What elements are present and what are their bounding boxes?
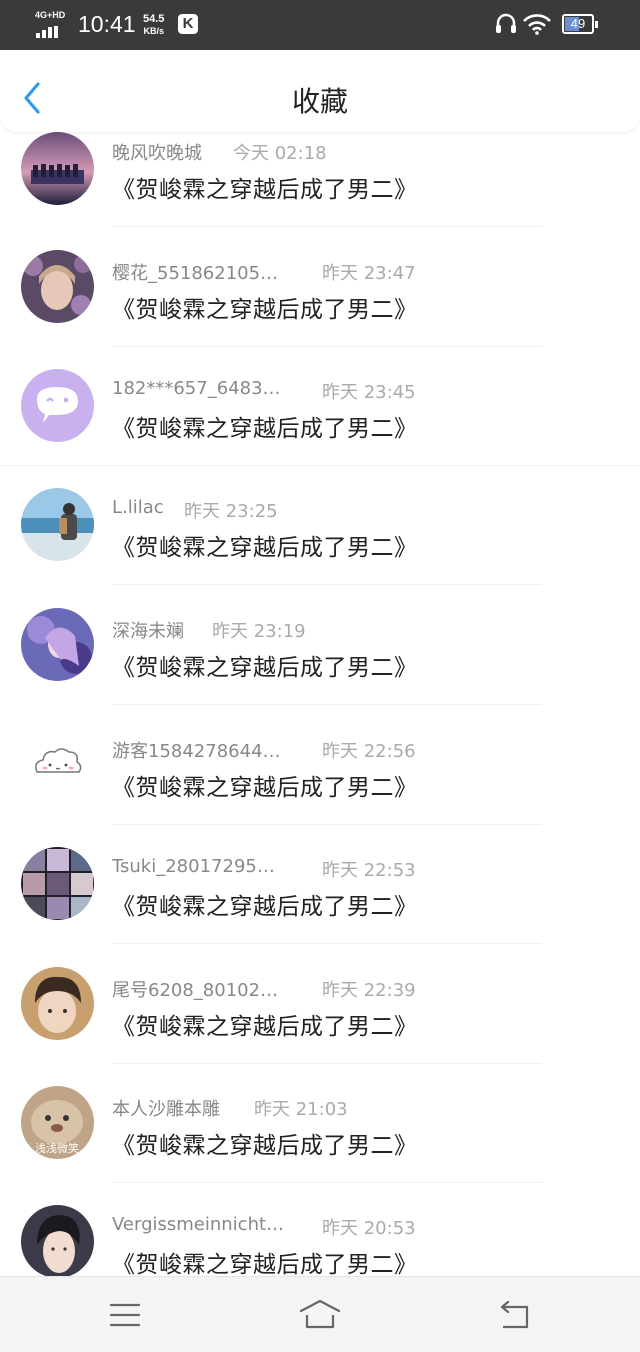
user-name: 深海未斓 — [112, 621, 184, 642]
user-name: Vergissmeinnicht… — [112, 1214, 285, 1235]
avatar[interactable]: 浅浅微笑 — [21, 1086, 94, 1159]
timestamp: 昨天 23:19 — [212, 621, 306, 642]
list-item[interactable]: 尾号6208_80102… 昨天 22:39 《贺峻霖之穿越后成了男二》 — [0, 957, 640, 1077]
divider — [112, 584, 542, 585]
user-name: 樱花_551862105… — [112, 263, 279, 284]
user-name: 尾号6208_80102… — [112, 980, 279, 1001]
timestamp: 昨天 23:45 — [322, 382, 416, 403]
speed-unit: KB/s — [143, 26, 164, 36]
clock: 10:41 — [78, 11, 136, 37]
divider — [112, 824, 542, 825]
list-item[interactable]: L.lilac 昨天 23:25 《贺峻霖之穿越后成了男二》 — [0, 478, 640, 598]
divider — [112, 1182, 542, 1183]
user-name: 游客1584278644… — [112, 741, 281, 762]
avatar[interactable] — [21, 250, 94, 323]
network-speed: 54.5 KB/s — [143, 13, 164, 37]
user-name: 本人沙雕本雕 — [112, 1099, 220, 1120]
list-item[interactable]: 深海未斓 昨天 23:19 《贺峻霖之穿越后成了男二》 — [0, 598, 640, 718]
timestamp: 昨天 23:47 — [322, 263, 416, 284]
avatar[interactable] — [21, 728, 94, 801]
signal-indicator: 4G+HD — [34, 10, 68, 38]
menu-icon[interactable] — [103, 1297, 147, 1333]
list-item[interactable]: 樱花_551862105… 昨天 23:47 《贺峻霖之穿越后成了男二》 — [0, 240, 640, 360]
message-text: 《贺峻霖之穿越后成了男二》 — [112, 535, 418, 561]
message-text: 《贺峻霖之穿越后成了男二》 — [112, 655, 418, 681]
list-item[interactable]: 游客1584278644… 昨天 22:56 《贺峻霖之穿越后成了男二》 — [0, 718, 640, 838]
signal-bars-icon — [36, 26, 66, 38]
timestamp: 昨天 23:25 — [184, 501, 278, 522]
battery-level: 49 — [570, 16, 586, 31]
avatar-caption: 浅浅微笑 — [35, 1141, 79, 1155]
timestamp: 昨天 20:53 — [322, 1218, 416, 1239]
page-title: 收藏 — [291, 85, 348, 118]
battery-icon: 49 — [562, 14, 598, 34]
avatar[interactable] — [21, 488, 94, 561]
speed-value: 54.5 — [143, 13, 165, 25]
timestamp: 昨天 22:56 — [322, 741, 416, 762]
favorites-list[interactable]: 晚风吹晚城 今天 02:18 《贺峻霖之穿越后成了男二》 樱花_55186210… — [0, 132, 640, 1276]
message-text: 《贺峻霖之穿越后成了男二》 — [112, 894, 418, 920]
list-item[interactable]: 晚风吹晚城 今天 02:18 《贺峻霖之穿越后成了男二》 — [0, 132, 640, 240]
divider — [0, 465, 640, 466]
wifi-icon — [523, 14, 551, 35]
avatar[interactable] — [21, 967, 94, 1040]
timestamp: 昨天 22:53 — [322, 860, 416, 881]
list-item[interactable]: Tsuki_28017295… 昨天 22:53 《贺峻霖之穿越后成了男二》 — [0, 837, 640, 957]
app-badge: K — [178, 14, 198, 34]
network-type: 4G+HD — [35, 10, 66, 20]
message-text: 《贺峻霖之穿越后成了男二》 — [112, 177, 418, 203]
user-name: 晚风吹晚城 — [112, 143, 202, 164]
back-arrow-icon[interactable] — [493, 1297, 537, 1333]
avatar[interactable] — [21, 1205, 94, 1276]
timestamp: 昨天 21:03 — [254, 1099, 348, 1120]
user-name: Tsuki_28017295… — [112, 856, 275, 877]
headphones-icon — [496, 13, 516, 33]
message-text: 《贺峻霖之穿越后成了男二》 — [112, 297, 418, 323]
message-text: 《贺峻霖之穿越后成了男二》 — [112, 1133, 418, 1159]
timestamp: 昨天 22:39 — [322, 980, 416, 1001]
message-text: 《贺峻霖之穿越后成了男二》 — [112, 1252, 418, 1276]
status-bar: 4G+HD 10:41 54.5 KB/s K 49 — [0, 0, 640, 50]
avatar[interactable] — [21, 847, 94, 920]
home-icon[interactable] — [298, 1297, 342, 1333]
divider — [112, 943, 542, 944]
timestamp: 今天 02:18 — [233, 143, 327, 164]
divider — [112, 1063, 542, 1064]
user-name: L.lilac — [112, 497, 164, 518]
avatar[interactable] — [21, 608, 94, 681]
nav-header: 收藏 — [0, 50, 640, 132]
system-nav-bar — [0, 1276, 640, 1352]
avatar[interactable] — [21, 132, 94, 205]
divider — [112, 704, 542, 705]
divider — [112, 346, 542, 347]
user-name: 182***657_6483… — [112, 378, 281, 399]
list-item[interactable]: Vergissmeinnicht… 昨天 20:53 《贺峻霖之穿越后成了男二》 — [0, 1195, 640, 1276]
message-text: 《贺峻霖之穿越后成了男二》 — [112, 1014, 418, 1040]
divider — [112, 226, 542, 227]
message-text: 《贺峻霖之穿越后成了男二》 — [112, 775, 418, 801]
list-item[interactable]: 浅浅微笑 本人沙雕本雕 昨天 21:03 《贺峻霖之穿越后成了男二》 — [0, 1076, 640, 1196]
avatar[interactable] — [21, 369, 94, 442]
message-text: 《贺峻霖之穿越后成了男二》 — [112, 416, 418, 442]
list-item[interactable]: 182***657_6483… 昨天 23:45 《贺峻霖之穿越后成了男二》 — [0, 359, 640, 479]
